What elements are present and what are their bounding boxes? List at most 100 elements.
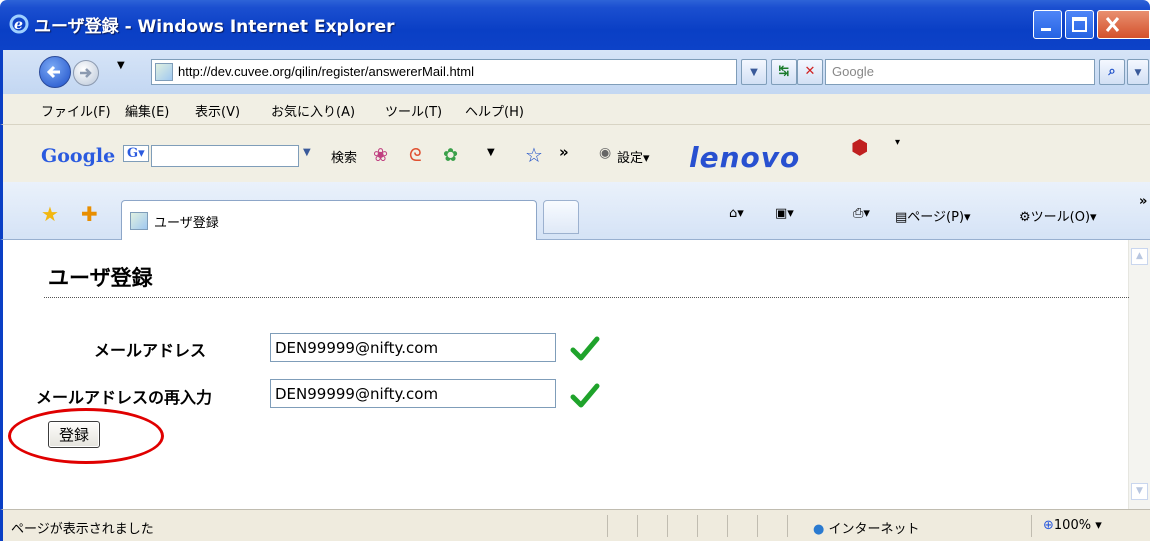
pdf-icon[interactable]: ⬢ <box>851 135 868 159</box>
zoom-control[interactable]: ⊕100% ▾ <box>1043 518 1102 533</box>
tools-menu-label: ツール(O) <box>1030 210 1091 225</box>
google-logo: Google <box>41 145 115 167</box>
search-placeholder: Google <box>832 64 874 79</box>
stop-button[interactable]: ✕ <box>797 59 823 85</box>
google-search-input[interactable] <box>151 145 299 167</box>
print-icon[interactable]: ⎙▾ <box>853 206 870 221</box>
maximize-icon <box>1072 17 1087 32</box>
settings-radio-icon: ◉ <box>599 145 612 161</box>
command-overflow-icon[interactable]: » <box>1139 194 1147 209</box>
menu-favorites[interactable]: お気に入り(A) <box>271 101 355 120</box>
status-text: ページが表示されました <box>11 522 154 537</box>
back-button[interactable] <box>39 56 71 88</box>
feeds-icon[interactable]: ▣▾ <box>775 206 794 221</box>
highlight-ring <box>8 408 164 464</box>
refresh-button[interactable]: ↹ <box>771 59 797 85</box>
scroll-down-icon[interactable]: ▼ <box>1131 483 1148 500</box>
history-dropdown-icon[interactable]: ▼ <box>117 60 125 71</box>
page-title: ユーザ登録 <box>48 266 153 290</box>
status-divider <box>727 515 728 537</box>
gear-icon: ⚙ <box>1019 210 1031 225</box>
add-favorite-icon[interactable]: ✚ <box>81 202 98 226</box>
status-divider <box>757 515 758 537</box>
maximize-button[interactable] <box>1065 10 1094 39</box>
email-confirm-valid-check-icon <box>570 383 600 408</box>
back-arrow-icon <box>46 65 60 79</box>
lenovo-logo[interactable]: lenovo <box>689 141 800 174</box>
menu-edit[interactable]: 編集(E) <box>125 101 169 120</box>
status-divider <box>787 515 788 537</box>
zoom-icon: ⊕ <box>1043 518 1054 533</box>
toolbar-overflow-icon[interactable]: » <box>559 143 569 161</box>
star-bookmark-icon[interactable]: ☆ <box>525 143 543 167</box>
google-toolbar: Google G▾ ▼ 検索 ❀ ᘓ ✿ ▼ ☆ » ◉ 設定▾ lenovo … <box>0 124 1150 182</box>
new-tab-button[interactable] <box>543 200 579 234</box>
internet-zone[interactable]: ● インターネット <box>813 518 920 537</box>
google-search-button[interactable]: 検索 <box>331 147 357 166</box>
home-icon[interactable]: ⌂▾ <box>729 206 744 221</box>
settings-label: 設定 <box>617 151 644 166</box>
refresh-icon: ↹ <box>778 64 790 79</box>
bookmark-icon[interactable]: ❀ <box>373 145 388 166</box>
globe-icon: ● <box>813 522 825 537</box>
translate-icon[interactable]: ✿ <box>443 145 458 166</box>
email-confirm-label: メールアドレスの再入力 <box>36 388 213 407</box>
menu-bar: ファイル(F) 編集(E) 表示(V) お気に入り(A) ツール(T) ヘルプ(… <box>0 94 1150 124</box>
search-button[interactable]: ⌕ <box>1099 59 1125 85</box>
chevron-down-icon[interactable]: ▼ <box>487 147 495 158</box>
address-dropdown-button[interactable]: ▼ <box>741 59 767 85</box>
close-icon <box>1105 17 1120 32</box>
search-icon: ⌕ <box>1108 64 1116 79</box>
email-valid-check-icon <box>570 336 600 361</box>
status-bar: ページが表示されました ● インターネット ⊕100% ▾ <box>0 509 1150 541</box>
title-divider <box>44 297 1129 298</box>
tab-user-register[interactable]: ユーザ登録 <box>121 200 537 240</box>
tools-menu-button[interactable]: ⚙ツール(O)▾ <box>1019 206 1097 225</box>
close-button[interactable] <box>1097 10 1150 39</box>
zone-label: インターネット <box>828 522 920 537</box>
forward-button[interactable] <box>73 60 99 86</box>
spell-check-icon[interactable]: ᘓ <box>409 145 422 166</box>
status-divider <box>667 515 668 537</box>
google-logo-text: Google <box>41 145 116 167</box>
menu-help[interactable]: ヘルプ(H) <box>465 101 524 120</box>
settings-button[interactable]: 設定▾ <box>617 147 650 166</box>
chevron-down-icon: ▼ <box>1134 68 1142 78</box>
status-divider <box>1031 515 1032 537</box>
page-menu-label: ページ(P) <box>907 210 965 225</box>
email-label: メールアドレス <box>94 341 207 360</box>
chevron-down-icon[interactable]: ▼ <box>303 147 311 158</box>
chevron-down-icon: ▼ <box>750 67 758 78</box>
page-menu-button[interactable]: ▤ページ(P)▾ <box>895 206 971 225</box>
tab-bar: ★ ✚ ユーザ登録 ⌂▾ ▣▾ ⎙▾ ▤ページ(P)▾ ⚙ツール(O)▾ » <box>0 182 1150 240</box>
status-divider <box>697 515 698 537</box>
vertical-scrollbar[interactable]: ▲ ▼ <box>1128 240 1150 509</box>
menu-view[interactable]: 表示(V) <box>195 101 240 120</box>
menu-tools[interactable]: ツール(T) <box>385 101 442 120</box>
chevron-down-icon[interactable]: ▾ <box>895 137 900 148</box>
address-bar[interactable]: http://dev.cuvee.org/qilin/register/answ… <box>151 59 737 85</box>
menu-file[interactable]: ファイル(F) <box>41 101 111 120</box>
ie-logo-icon: e <box>9 14 29 34</box>
window-title: ユーザ登録 - Windows Internet Explorer <box>34 17 395 37</box>
minimize-button[interactable] <box>1033 10 1062 39</box>
page-icon <box>155 63 173 81</box>
search-options-button[interactable]: ▼ <box>1127 59 1149 85</box>
title-bar: e ユーザ登録 - Windows Internet Explorer <box>0 0 1150 50</box>
email-field[interactable] <box>270 333 556 362</box>
favorites-star-icon[interactable]: ★ <box>41 202 59 226</box>
google-g-label: G <box>127 146 139 161</box>
search-box[interactable]: Google <box>825 59 1095 85</box>
email-confirm-field[interactable] <box>270 379 556 408</box>
page-icon <box>130 212 148 230</box>
minimize-icon <box>1041 28 1051 31</box>
tab-label: ユーザ登録 <box>154 216 219 231</box>
address-url[interactable]: http://dev.cuvee.org/qilin/register/answ… <box>178 64 474 79</box>
stop-icon: ✕ <box>804 64 816 79</box>
forward-arrow-icon <box>80 68 92 78</box>
status-divider <box>607 515 608 537</box>
svg-text:e: e <box>14 17 23 33</box>
navigation-bar: ▼ http://dev.cuvee.org/qilin/register/an… <box>0 50 1150 94</box>
google-menu-button[interactable]: G▾ <box>123 145 149 162</box>
scroll-up-icon[interactable]: ▲ <box>1131 248 1148 265</box>
